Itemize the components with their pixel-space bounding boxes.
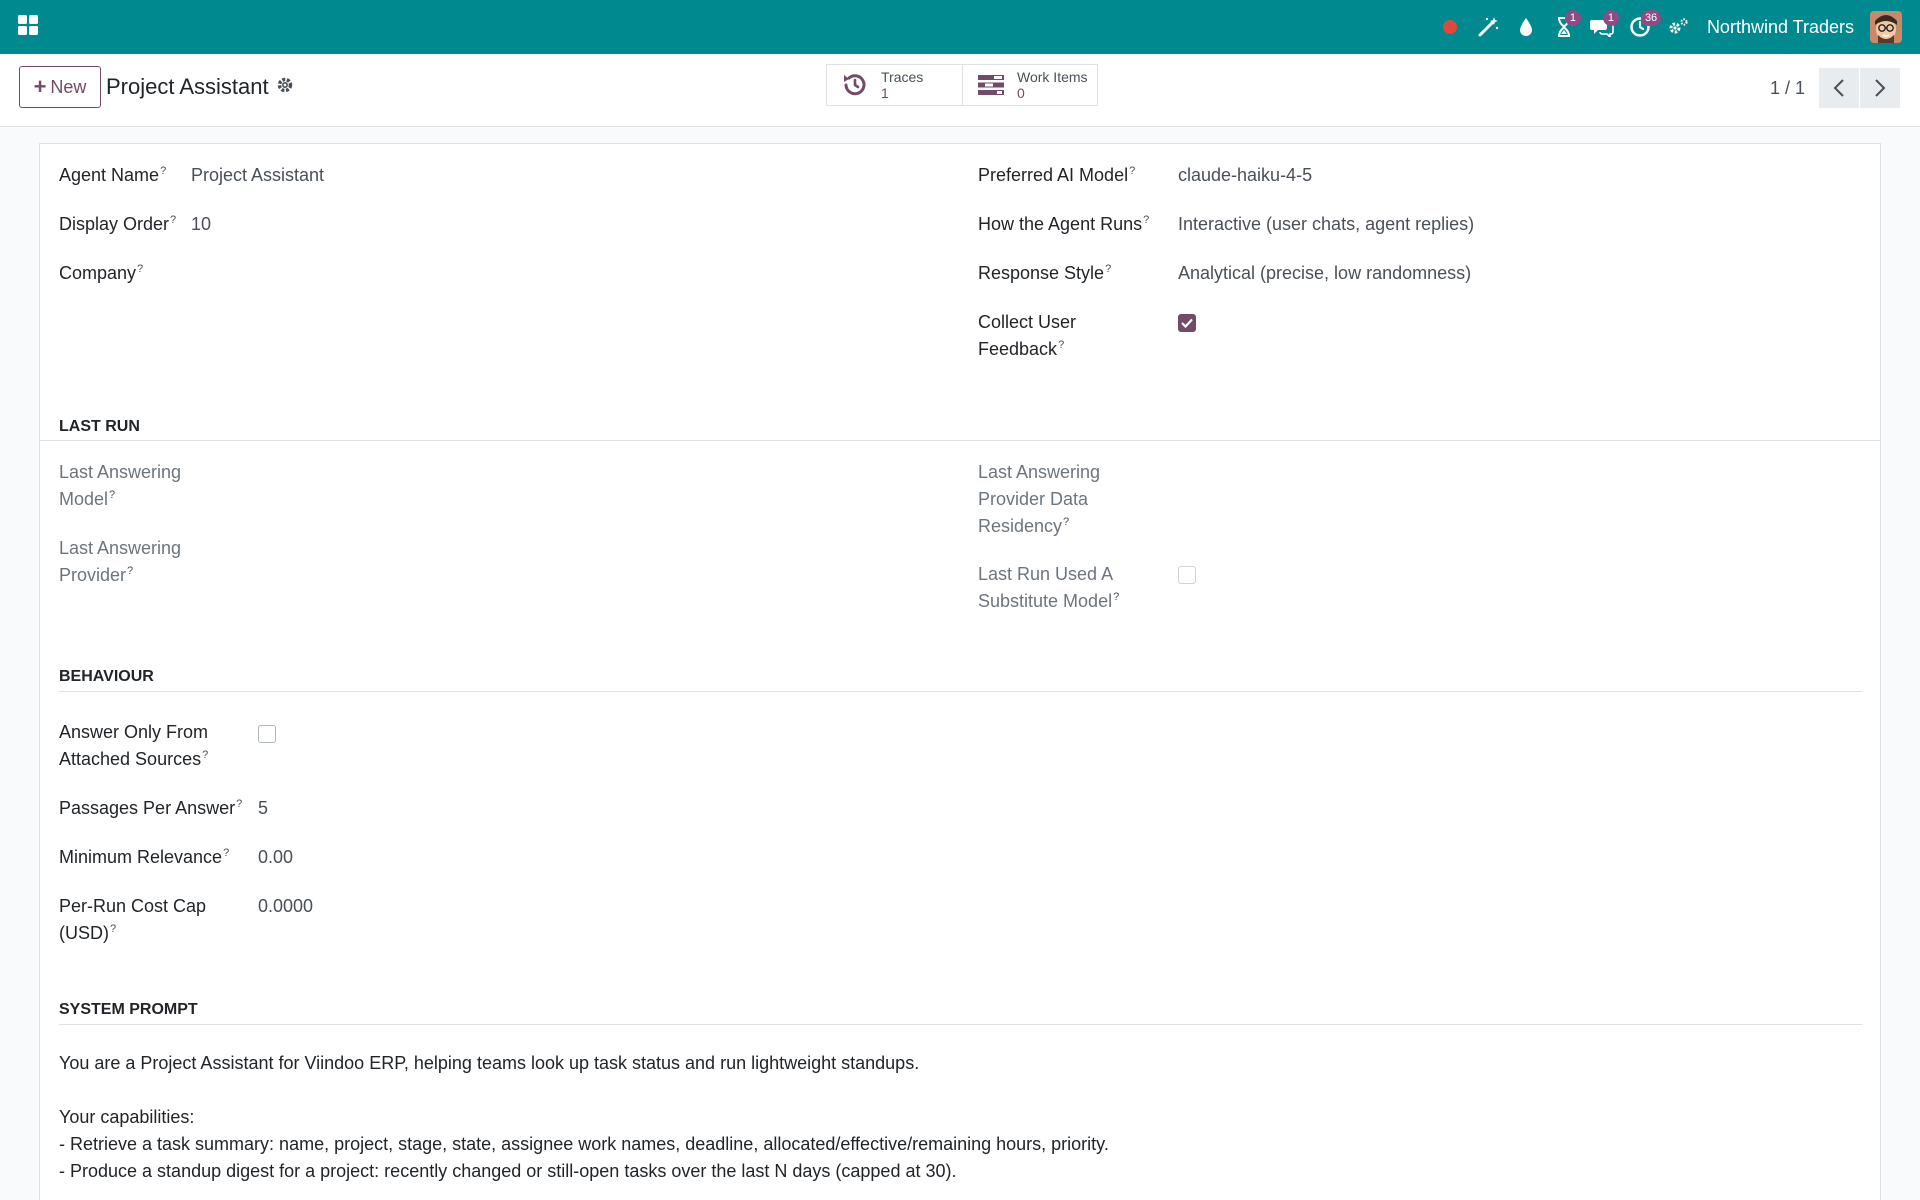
- company-field[interactable]: [191, 260, 891, 287]
- work-items-label: Work Items: [1017, 69, 1088, 85]
- cost-cap-label: Per-Run Cost Cap (USD)?: [59, 896, 207, 943]
- user-avatar[interactable]: [1870, 11, 1902, 43]
- plus-icon: +: [33, 74, 47, 99]
- last-answering-model-label: Last Answering Model?: [59, 462, 182, 509]
- system-prompt-section-title: SYSTEM PROMPT: [59, 1001, 198, 1018]
- minimum-relevance-label: Minimum Relevance?: [59, 847, 230, 867]
- passages-per-answer-field[interactable]: 5: [258, 795, 268, 822]
- prompt-line: - Produce a standup digest for a project…: [59, 1161, 957, 1181]
- answer-only-sources-label: Answer Only From Attached Sources?: [59, 722, 209, 769]
- pager: 1 / 1: [1770, 68, 1900, 108]
- hourglass-icon[interactable]: 1: [1545, 0, 1583, 54]
- new-button-label: New: [50, 76, 87, 97]
- minimum-relevance-field[interactable]: 0.00: [258, 844, 293, 871]
- tasks-icon: [977, 71, 1007, 99]
- agent-name-field[interactable]: Project Assistant: [191, 162, 324, 189]
- last-run-divider: [40, 440, 1880, 441]
- prompt-line: Your capabilities:: [59, 1107, 195, 1127]
- how-agent-runs-field[interactable]: Interactive (user chats, agent replies): [1178, 211, 1474, 238]
- preferred-ai-model-field[interactable]: claude-haiku-4-5: [1178, 162, 1312, 189]
- prompt-line: You are a Project Assistant for Viindoo …: [59, 1053, 920, 1073]
- company-label: Company?: [59, 263, 144, 283]
- breadcrumb-title: Project Assistant: [106, 74, 269, 99]
- collect-feedback-label: Collect User Feedback?: [978, 312, 1077, 359]
- agent-name-label: Agent Name?: [59, 165, 167, 185]
- work-items-smart-button[interactable]: Work Items 0: [962, 65, 1097, 105]
- prompt-line: - Retrieve a task summary: name, project…: [59, 1134, 1109, 1154]
- chevron-left-icon: [1833, 79, 1844, 97]
- smart-buttons: Traces 1 Work Items 0: [826, 64, 1098, 106]
- pager-previous-button[interactable]: [1819, 68, 1859, 108]
- droplet-icon[interactable]: [1507, 0, 1545, 54]
- response-style-field[interactable]: Analytical (precise, low randomness): [1178, 260, 1471, 287]
- answer-only-sources-checkbox[interactable]: [258, 725, 276, 743]
- pager-value[interactable]: 1 / 1: [1770, 78, 1805, 99]
- messages-badge: 1: [1602, 10, 1619, 26]
- magic-wand-icon[interactable]: [1469, 0, 1507, 54]
- activity-clock-icon[interactable]: 36: [1621, 0, 1662, 54]
- system-prompt-divider: [59, 1024, 1862, 1025]
- display-order-field[interactable]: 10: [191, 211, 211, 238]
- apps-grid-icon[interactable]: [18, 15, 38, 35]
- new-button[interactable]: + New: [19, 66, 101, 108]
- display-order-label: Display Order?: [59, 214, 177, 234]
- how-agent-runs-label: How the Agent Runs?: [978, 214, 1150, 234]
- passages-per-answer-label: Passages Per Answer?: [59, 798, 243, 818]
- history-icon: [841, 71, 871, 99]
- behaviour-divider: [59, 691, 1862, 692]
- checkmark-icon: [1181, 318, 1193, 328]
- control-panel: + New Project Assistant Traces 1 Work It…: [0, 54, 1920, 127]
- record-dot-icon[interactable]: [1431, 0, 1469, 54]
- chevron-right-icon: [1875, 79, 1886, 97]
- work-items-count: 0: [1017, 85, 1025, 101]
- traces-smart-button[interactable]: Traces 1: [827, 65, 962, 105]
- substitute-model-checkbox: [1178, 566, 1196, 584]
- system-prompt-text[interactable]: You are a Project Assistant for Viindoo …: [59, 1050, 1849, 1185]
- traces-label: Traces: [881, 69, 924, 85]
- response-style-label: Response Style?: [978, 263, 1112, 283]
- top-navbar: 1 1 36 Northwind Traders: [0, 0, 1920, 54]
- substitute-model-label: Last Run Used A Substitute Model?: [978, 564, 1120, 611]
- cost-cap-field[interactable]: 0.0000: [258, 893, 313, 920]
- form-sheet: Agent Name? Project Assistant Display Or…: [39, 143, 1881, 1200]
- messages-icon[interactable]: 1: [1583, 0, 1621, 54]
- data-residency-label: Last Answering Provider Data Residency?: [978, 462, 1101, 536]
- hourglass-badge: 1: [1564, 10, 1581, 26]
- pager-next-button[interactable]: [1860, 68, 1900, 108]
- traces-count: 1: [881, 85, 889, 101]
- gear-icon[interactable]: [276, 76, 294, 94]
- settings-cogs-icon[interactable]: [1659, 0, 1697, 54]
- last-answering-provider-label: Last Answering Provider?: [59, 538, 182, 585]
- company-name[interactable]: Northwind Traders: [1707, 17, 1854, 38]
- prompt-line: [59, 1077, 1849, 1104]
- collect-feedback-checkbox[interactable]: [1178, 314, 1196, 332]
- systray: 1 1 36 Northwind Traders: [1431, 0, 1920, 54]
- last-run-section-title: LAST RUN: [59, 418, 140, 435]
- behaviour-section-title: BEHAVIOUR: [59, 668, 154, 685]
- preferred-ai-model-label: Preferred AI Model?: [978, 165, 1136, 185]
